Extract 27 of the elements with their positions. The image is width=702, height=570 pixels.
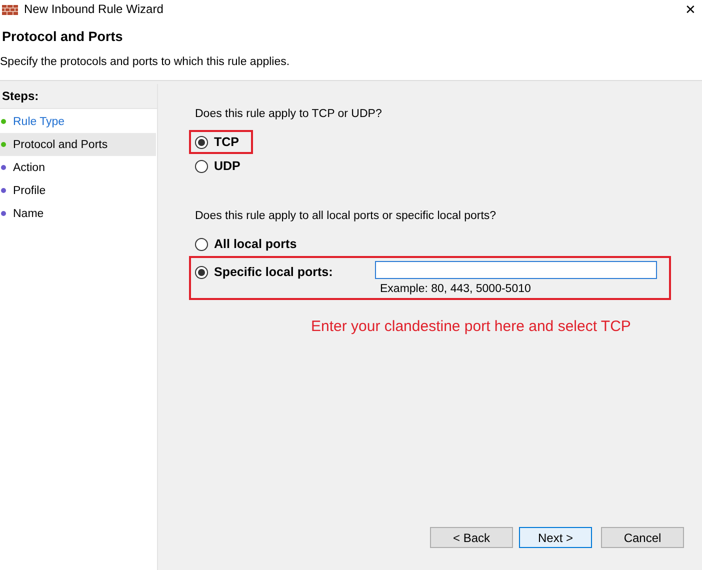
radio-label[interactable]: UDP [214, 159, 240, 173]
annotation-text: Enter your clandestine port here and select TCP [311, 318, 632, 335]
wizard-button[interactable]: Next > [519, 527, 592, 548]
ports-input-field[interactable] [375, 261, 657, 279]
wizard-button[interactable]: < Back [430, 527, 513, 548]
window-title: New Inbound Rule Wizard [24, 2, 164, 16]
example-hint: Example: 80, 443, 5000-5010 [380, 283, 532, 295]
step-item[interactable]: Name [0, 202, 156, 225]
radio-label[interactable]: TCP [214, 135, 239, 149]
close-button[interactable]: ✕ [685, 2, 696, 16]
step-item[interactable]: Action [0, 156, 156, 179]
steps-heading: Steps: [0, 84, 157, 109]
radio-button[interactable] [195, 266, 208, 278]
radio-button[interactable] [195, 238, 208, 250]
radio-button[interactable] [195, 160, 208, 172]
radio-button[interactable] [195, 136, 208, 148]
wizard-button[interactable]: Cancel [601, 527, 684, 548]
page-heading: Protocol and Ports [2, 29, 124, 44]
radio-label[interactable]: All local ports [214, 237, 297, 251]
step-item[interactable]: Rule Type [0, 110, 156, 133]
radio-label[interactable]: Specific local ports: [214, 265, 333, 279]
question-text: Does this rule apply to all local ports or specific local ports? [195, 210, 498, 222]
step-item[interactable]: Protocol and Ports [0, 133, 156, 156]
step-item[interactable]: Profile [0, 179, 156, 202]
question-text: Does this rule apply to TCP or UDP? [195, 108, 383, 120]
brick-wall-icon [2, 3, 18, 15]
page-description: Specify the protocols and ports to which this rule applies. [0, 56, 291, 68]
